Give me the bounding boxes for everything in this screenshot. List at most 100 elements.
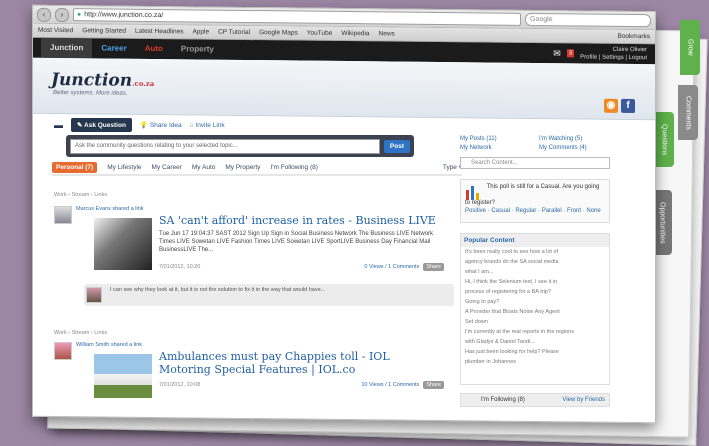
popular-item[interactable]: Has just been looking for help? Please bbox=[461, 347, 609, 357]
user-area: ✉ 3 Claire Olivier Profile | Settings | … bbox=[553, 45, 647, 62]
poll-chart-icon bbox=[465, 184, 481, 200]
filter-following[interactable]: I'm Following (8) bbox=[270, 164, 317, 171]
rss-icon[interactable]: ◉ bbox=[604, 98, 618, 113]
alert-badge[interactable]: 3 bbox=[566, 49, 575, 58]
share-button[interactable]: Share bbox=[423, 263, 444, 271]
share-idea-button[interactable]: 💡 Share Idea bbox=[140, 121, 182, 129]
feed-post: Work › Stream › Links Marcus Evans share… bbox=[54, 192, 454, 310]
view-by-friends-link[interactable]: View by Friends bbox=[562, 394, 605, 406]
tab-property[interactable]: Property bbox=[172, 39, 223, 60]
link-watching[interactable]: I'm Watching (5) bbox=[539, 136, 610, 142]
bookmark-item[interactable]: Latest Headlines bbox=[135, 28, 183, 36]
tab-career[interactable]: Career bbox=[92, 38, 135, 58]
action-bar: ▬ ✎ Ask Question 💡 Share Idea ⌂ Invite L… bbox=[54, 118, 225, 132]
globe-icon: ● bbox=[77, 11, 82, 19]
popular-content: Popular Content It's been really cool to… bbox=[460, 233, 610, 385]
back-button[interactable]: ‹ bbox=[37, 7, 51, 22]
post-description: Tue Jun 17 19:04:37 SAST 2012 Sign Up Si… bbox=[159, 231, 434, 253]
avatar[interactable] bbox=[54, 206, 72, 224]
content-search-input[interactable]: Search Content... bbox=[460, 157, 610, 169]
bookmark-item[interactable]: Most Visited bbox=[38, 27, 73, 34]
bookmarks-menu[interactable]: Bookmarks bbox=[617, 33, 650, 40]
side-tab-grow[interactable]: Grow bbox=[680, 20, 700, 75]
share-button[interactable]: Share bbox=[423, 381, 444, 389]
poll-options[interactable]: Positive · Casual · Regular · Parallel ·… bbox=[465, 208, 605, 214]
filter-property[interactable]: My Property bbox=[225, 164, 260, 171]
popular-item[interactable]: Hi, I think the Selenium test, I see it … bbox=[461, 277, 609, 287]
poll-widget: This poll is still for a Casual. Are you… bbox=[460, 179, 610, 223]
comment-text: I can see why they look at it, but it is… bbox=[110, 287, 326, 293]
post-meta: Work › Stream › Links bbox=[54, 192, 108, 198]
following-bar: I'm Following (8) View by Friends bbox=[460, 393, 610, 407]
social-links: ◉ f bbox=[604, 98, 635, 114]
post-actions: 10 Views / 1 Comments Share bbox=[361, 381, 444, 389]
popular-item[interactable]: A Provider that Bloats Noise Any Agent bbox=[461, 307, 609, 317]
comment-avatar[interactable] bbox=[86, 287, 102, 303]
post-title[interactable]: SA 'can't afford' increase in rates - Bu… bbox=[159, 214, 436, 227]
filter-tabs: Personal (7) My Lifestyle My Career My A… bbox=[52, 160, 462, 176]
filter-career[interactable]: My Career bbox=[152, 164, 182, 171]
side-tab-questions[interactable]: Questions bbox=[654, 112, 674, 167]
poll-text: This poll is still for a Casual. Are you… bbox=[465, 184, 600, 206]
poster-name[interactable]: Marcus Evans shared a link bbox=[76, 206, 144, 212]
bookmark-item[interactable]: CP Tutorial bbox=[218, 29, 250, 36]
question-box: Ask the community questions relating to … bbox=[66, 135, 414, 157]
popular-item[interactable]: Going to pay? bbox=[461, 297, 609, 307]
popular-item[interactable]: agency brands do the SA social media bbox=[461, 257, 609, 267]
bookmark-item[interactable]: Getting Started bbox=[82, 27, 126, 34]
invite-link-button[interactable]: ⌂ Invite Link bbox=[190, 122, 225, 129]
browser-search-input[interactable]: Google bbox=[525, 12, 651, 28]
popular-item[interactable]: process of registering for a BA trip? bbox=[461, 287, 609, 297]
post-thumbnail[interactable] bbox=[94, 218, 152, 270]
popular-item[interactable]: what I am... bbox=[461, 267, 609, 277]
filter-personal[interactable]: Personal (7) bbox=[52, 161, 98, 173]
bookmark-item[interactable]: Apple bbox=[192, 28, 209, 35]
popular-item[interactable]: Set down bbox=[461, 317, 609, 327]
popular-title: Popular Content bbox=[461, 234, 609, 247]
post-date: 7/01/2012, 10:08 bbox=[159, 382, 201, 388]
tab-junction[interactable]: Junction bbox=[41, 37, 93, 59]
bookmark-item[interactable]: News bbox=[379, 30, 395, 37]
question-input[interactable]: Ask the community questions relating to … bbox=[70, 138, 380, 154]
filter-auto[interactable]: My Auto bbox=[192, 164, 215, 171]
tab-auto[interactable]: Auto bbox=[136, 39, 172, 59]
side-tab-comments[interactable]: Comments bbox=[678, 85, 698, 140]
tagline: Better systems. More ideas. bbox=[53, 89, 128, 97]
filter-lifestyle[interactable]: My Lifestyle bbox=[107, 164, 141, 171]
site-header: Junction.co.za Better systems. More idea… bbox=[33, 57, 655, 121]
link-my-posts[interactable]: My Posts (11) bbox=[460, 136, 531, 142]
forward-button[interactable]: › bbox=[55, 7, 69, 22]
views-comments-link[interactable]: 10 Views / 1 Comments bbox=[361, 382, 419, 388]
post-actions: 0 Views / 1 Comments Share bbox=[364, 263, 444, 271]
post-title[interactable]: Ambulances must pay Chappies toll - IOL … bbox=[159, 350, 419, 376]
popular-item[interactable]: It's been really cool to see how a lot o… bbox=[461, 247, 609, 257]
link-comments[interactable]: My Comments (4) bbox=[539, 145, 610, 151]
popular-item[interactable]: with Gladys & Daniel Tandi... bbox=[461, 337, 609, 347]
ask-question-button[interactable]: ✎ Ask Question bbox=[71, 118, 132, 132]
poster-name[interactable]: William Smith shared a link bbox=[76, 342, 142, 348]
notification-icon[interactable]: ✉ bbox=[553, 48, 561, 59]
avatar[interactable] bbox=[54, 342, 72, 360]
address-bar[interactable]: ● http://www.junction.co.za/ bbox=[73, 8, 521, 26]
bookmark-item[interactable]: Wikipedia bbox=[341, 30, 369, 37]
following-label[interactable]: I'm Following (8) bbox=[481, 397, 525, 403]
menu-icon[interactable]: ▬ bbox=[54, 120, 63, 130]
facebook-icon[interactable]: f bbox=[621, 98, 635, 114]
views-comments-link[interactable]: 0 Views / 1 Comments bbox=[364, 264, 419, 270]
comment-box: I can see why they look at it, but it is… bbox=[84, 284, 454, 306]
post-thumbnail[interactable] bbox=[94, 354, 152, 398]
popular-item[interactable]: I'm currently at the real reports in the… bbox=[461, 327, 609, 337]
post-button[interactable]: Post bbox=[383, 139, 410, 153]
user-links[interactable]: Profile | Settings | Logout bbox=[580, 53, 647, 62]
link-icon: ⌂ bbox=[189, 121, 194, 129]
link-network[interactable]: My Network bbox=[460, 145, 531, 151]
feed-post: Work › Stream › Links William Smith shar… bbox=[54, 330, 454, 410]
right-sidebar: My Posts (11) I'm Watching (5) My Networ… bbox=[460, 136, 610, 407]
popular-item[interactable]: plumber in Johannes bbox=[461, 357, 609, 367]
bookmark-item[interactable]: YouTube bbox=[307, 30, 333, 37]
site-logo[interactable]: Junction.co.za bbox=[51, 70, 154, 91]
bulb-icon: 💡 bbox=[139, 122, 149, 129]
activity-feed: Work › Stream › Links Marcus Evans share… bbox=[54, 192, 454, 410]
bookmark-item[interactable]: Google Maps bbox=[259, 29, 298, 36]
post-meta: Work › Stream › Links bbox=[54, 330, 108, 336]
